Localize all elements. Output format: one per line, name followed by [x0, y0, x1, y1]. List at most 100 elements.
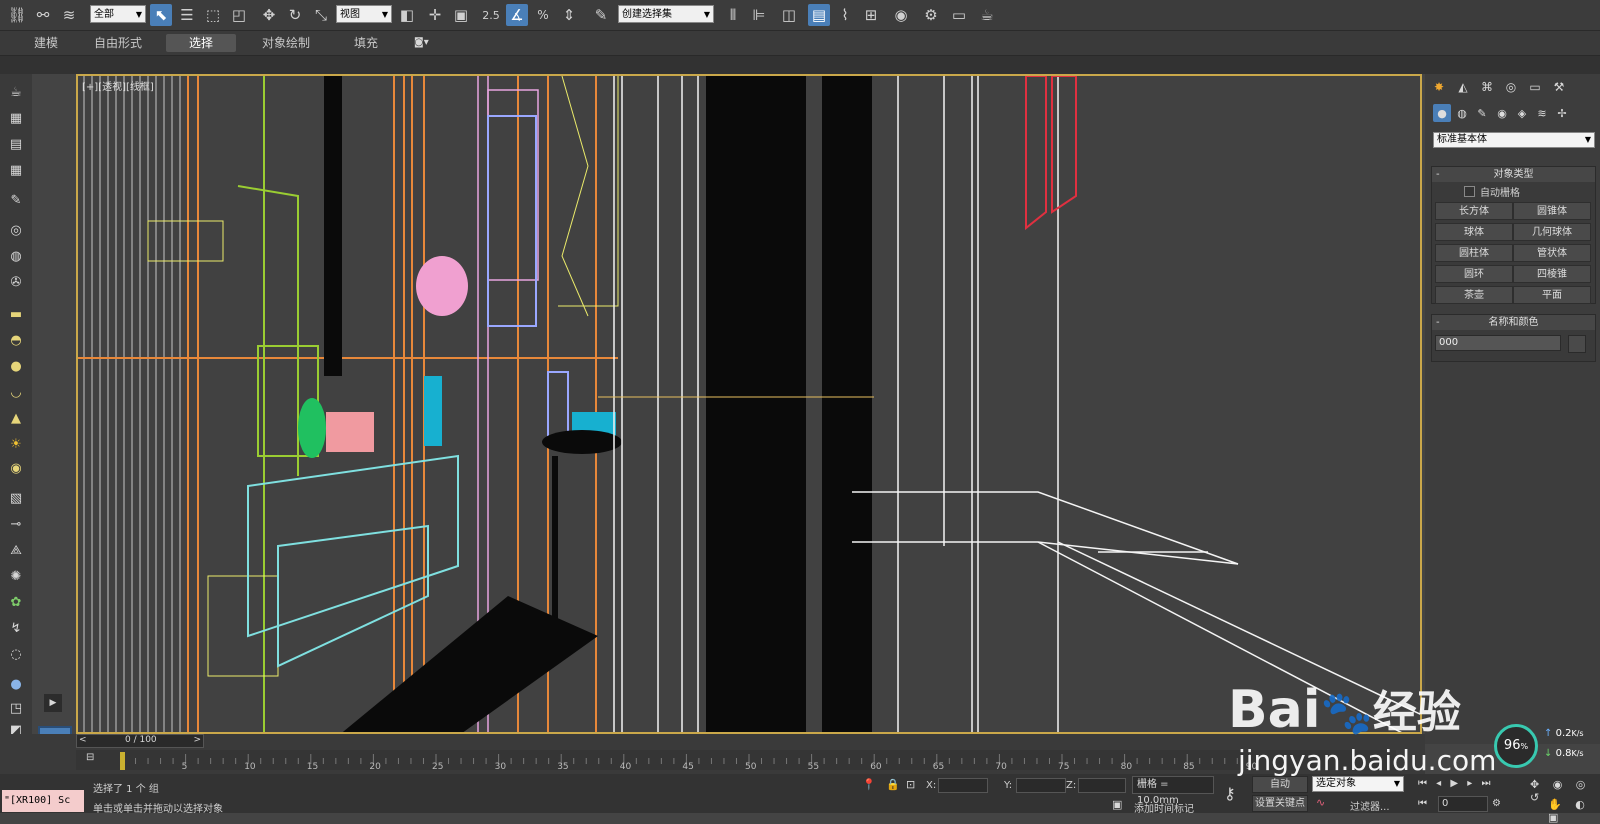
key-mode-icon[interactable]: ⏮ [1418, 798, 1427, 809]
mirror-icon[interactable]: ⫴ [722, 4, 744, 26]
hemisphere-icon[interactable]: ◓ [5, 330, 27, 350]
teapot-button[interactable]: 茶壶 [1435, 286, 1513, 304]
display-tab-icon[interactable]: ▭ [1525, 78, 1545, 96]
window-crossing-icon[interactable]: ◰ [228, 4, 250, 26]
cone-icon[interactable]: ▲ [5, 408, 27, 428]
edit-named-selection-icon[interactable]: ✎ [590, 4, 612, 26]
perspective-viewport[interactable] [76, 74, 1422, 734]
table-icon[interactable]: ▦ [5, 160, 27, 180]
curve-editor-icon[interactable]: ⌇ [834, 4, 856, 26]
name-color-header[interactable]: - 名称和颜色 [1432, 315, 1595, 330]
lock-selection-icon[interactable]: 🔒 [886, 778, 900, 791]
globe-icon[interactable]: ◍ [5, 246, 27, 266]
manipulate-icon[interactable]: ✛ [424, 4, 446, 26]
set-key-button[interactable]: 设置关键点 [1252, 795, 1308, 812]
reference-coord-select[interactable]: 视图 ▼ [336, 5, 392, 23]
box-button[interactable]: 长方体 [1435, 202, 1513, 220]
object-color-swatch[interactable] [1568, 335, 1586, 353]
tab-modeling[interactable]: 建模 [22, 34, 70, 52]
time-config-icon[interactable]: ⚙ [1492, 798, 1501, 809]
paint-icon[interactable]: ✎ [5, 190, 27, 210]
cone-button[interactable]: 圆锥体 [1513, 202, 1591, 220]
cylinder-button[interactable]: 圆柱体 [1435, 244, 1513, 262]
time-slider[interactable]: < 0 / 100 > [76, 734, 204, 748]
keyboard-shortcut-icon[interactable]: ▣ [450, 4, 472, 26]
maxscript-listener[interactable]: "[XR100] Sc [2, 790, 84, 812]
object-name-input[interactable]: 000 [1435, 335, 1561, 351]
time-tag-icon[interactable]: ▣ [1112, 798, 1122, 811]
list-icon[interactable]: ▤ [5, 134, 27, 154]
key-filter-select[interactable]: 选定对象 ▼ [1312, 776, 1404, 792]
helpers-icon[interactable]: ◈ [1513, 104, 1531, 122]
isolate-icon[interactable]: 📍 [862, 778, 876, 791]
utilities-tab-icon[interactable]: ⚒ [1549, 78, 1569, 96]
bind-spacewarp-icon[interactable]: ≋ [58, 4, 80, 26]
camera-icon[interactable]: ◎ [5, 220, 27, 240]
autogrid-checkbox[interactable] [1464, 186, 1475, 197]
angle-snap-icon[interactable]: ∡ [506, 4, 528, 26]
current-frame-input[interactable]: 0 [1438, 796, 1488, 812]
geometry-icon[interactable]: ● [1433, 104, 1451, 122]
link-icon[interactable]: ⛓ [6, 4, 28, 26]
align-icon[interactable]: ⊫ [748, 4, 770, 26]
lights-icon[interactable]: ✎ [1473, 104, 1491, 122]
pyramid-button[interactable]: 四棱锥 [1513, 265, 1591, 283]
create-tab-icon[interactable]: ✸ [1429, 78, 1449, 96]
time-cursor[interactable] [120, 752, 125, 770]
auto-key-button[interactable]: 自动 [1252, 776, 1308, 793]
blue-sphere-icon[interactable]: ● [5, 674, 27, 694]
key-filters-button[interactable]: 过滤器... [1350, 798, 1390, 813]
tab-populate[interactable]: 填充 [342, 34, 390, 52]
shapes-icon[interactable]: ◍ [1453, 104, 1471, 122]
plant-icon[interactable]: ✿ [5, 592, 27, 612]
y-coord-input[interactable] [1016, 778, 1066, 793]
reel-icon[interactable]: ✇ [5, 272, 27, 292]
spinner-snap-icon[interactable]: ⇕ [558, 4, 580, 26]
z-coord-input[interactable] [1078, 778, 1126, 793]
key-icon[interactable]: ⚷ [1224, 784, 1236, 803]
geosphere-button[interactable]: 几何球体 [1513, 223, 1591, 241]
object-type-header[interactable]: - 对象类型 [1432, 167, 1595, 182]
bolt-icon[interactable]: ↯ [5, 618, 27, 638]
schematic-icon[interactable]: ⊞ [860, 4, 882, 26]
swirl-icon[interactable]: ◌ [5, 644, 27, 664]
tab-freeform[interactable]: 自由形式 [86, 34, 150, 52]
viewport-nav-icons-2[interactable]: ✋ ◐ ▣ [1548, 798, 1600, 824]
percent-snap-icon[interactable]: % [532, 4, 554, 26]
paint-roller-icon[interactable]: ⊸ [5, 514, 27, 534]
axis-icon[interactable]: ⟁ [5, 540, 27, 560]
track-bar[interactable] [76, 750, 1396, 770]
ribbon-options-icon[interactable]: ◙▾ [414, 37, 429, 48]
hierarchy-tab-icon[interactable]: ⌘ [1477, 78, 1497, 96]
pivot-icon[interactable]: ◧ [396, 4, 418, 26]
mini-curve-editor-icon[interactable]: ⊟ [86, 752, 94, 763]
x-coord-input[interactable] [938, 778, 988, 793]
selection-filter-select[interactable]: 全部 ▼ [90, 5, 146, 23]
torus-button[interactable]: 圆环 [1435, 265, 1513, 283]
select-by-name-icon[interactable]: ☰ [176, 4, 198, 26]
grid-plane-icon[interactable]: ▧ [5, 488, 27, 508]
category-select[interactable]: 标准基本体 ▼ [1433, 132, 1595, 148]
rendered-frame-icon[interactable]: ▭ [948, 4, 970, 26]
tab-object-paint[interactable]: 对象绘制 [250, 34, 322, 52]
bowl-icon[interactable]: ◡ [5, 382, 27, 402]
image-icon[interactable]: ▦ [5, 108, 27, 128]
tab-selection[interactable]: 选择 [166, 34, 236, 52]
sphere-button[interactable]: 球体 [1435, 223, 1513, 241]
render-setup-icon[interactable]: ⚙ [920, 4, 942, 26]
box-icon[interactable]: ▬ [5, 304, 27, 324]
ribbon-icon[interactable]: ▤ [808, 4, 830, 26]
viewport-label[interactable]: [+][透视][线框] [82, 78, 154, 93]
teapot-icon[interactable]: ☕ [5, 82, 27, 102]
scale-icon[interactable]: ⤡ [310, 4, 332, 26]
time-prev-icon[interactable]: < [79, 735, 87, 745]
cameras-icon[interactable]: ◉ [1493, 104, 1511, 122]
modify-tab-icon[interactable]: ◭ [1453, 78, 1473, 96]
expand-toolbar-button[interactable]: ▶ [44, 694, 62, 712]
absolute-mode-icon[interactable]: ⊡ [906, 778, 915, 791]
rotate-icon[interactable]: ↻ [284, 4, 306, 26]
playback-controls[interactable]: ⏮ ◂ ▶ ▸ ⏭ [1418, 778, 1493, 789]
spacewarps-icon[interactable]: ≋ [1533, 104, 1551, 122]
motion-tab-icon[interactable]: ◎ [1501, 78, 1521, 96]
named-selection-select[interactable]: 创建选择集 ▼ [618, 5, 714, 23]
